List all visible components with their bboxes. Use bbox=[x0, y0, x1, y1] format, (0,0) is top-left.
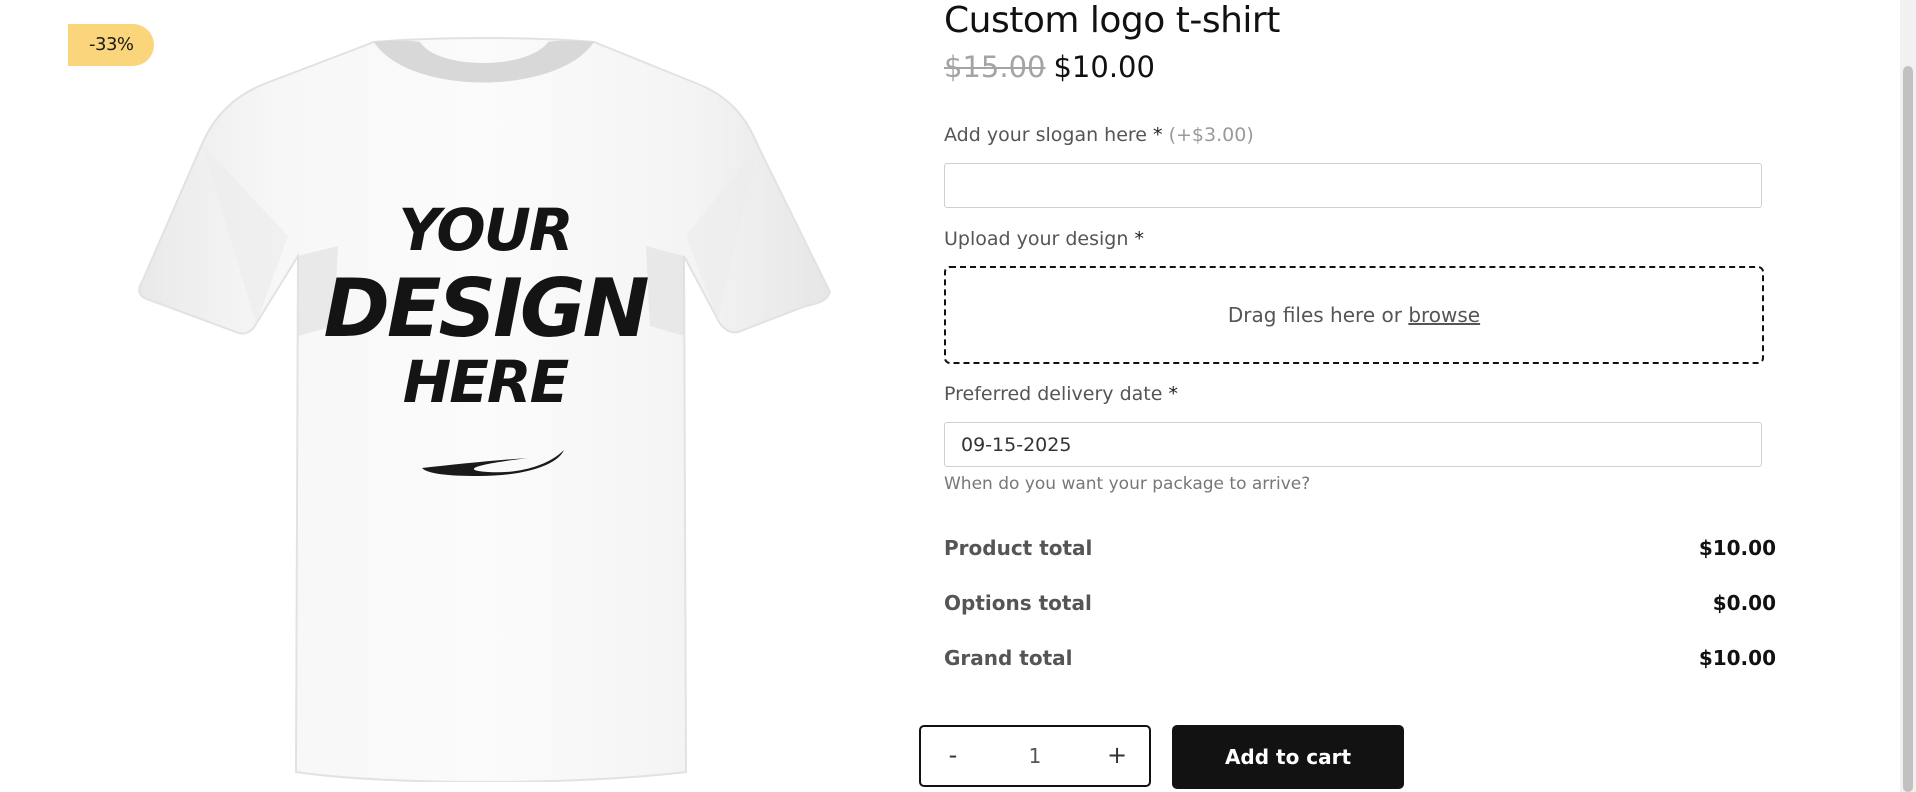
quantity-input[interactable]: 1 bbox=[981, 727, 1089, 785]
grand-total-label: Grand total bbox=[944, 646, 1073, 670]
scrollbar-thumb[interactable] bbox=[1903, 66, 1913, 792]
price-row: $15.00 $10.00 bbox=[944, 50, 1155, 84]
required-mark: * bbox=[1153, 124, 1163, 146]
quantity-increase-button[interactable]: + bbox=[1089, 727, 1145, 785]
add-to-cart-button[interactable]: Add to cart bbox=[1172, 725, 1404, 789]
product-title: Custom logo t-shirt bbox=[944, 0, 1280, 41]
product-gallery: -33% YOUR DESIGN HERE bbox=[0, 0, 940, 792]
slogan-input[interactable] bbox=[944, 163, 1762, 208]
required-mark: * bbox=[1134, 228, 1144, 250]
product-total-value: $10.00 bbox=[1698, 536, 1776, 560]
total-row: Product total $10.00 bbox=[944, 536, 1776, 591]
sale-price: $10.00 bbox=[1053, 50, 1155, 84]
dropzone-text: Drag files here or bbox=[1227, 303, 1402, 327]
swoosh-icon bbox=[422, 450, 564, 476]
sale-badge: -33% bbox=[68, 24, 154, 66]
slogan-label: Add your slogan here * (+$3.00) bbox=[944, 124, 1254, 146]
design-line-2: DESIGN bbox=[323, 262, 649, 355]
slogan-price-addon: (+$3.00) bbox=[1168, 124, 1254, 146]
quantity-decrease-button[interactable]: - bbox=[925, 727, 981, 785]
file-dropzone[interactable]: Drag files here or browse bbox=[944, 266, 1764, 364]
product-page: -33% YOUR DESIGN HERE Custom logo t-shir… bbox=[0, 0, 1916, 792]
product-total-label: Product total bbox=[944, 536, 1093, 560]
order-totals: Product total $10.00 Options total $0.00… bbox=[944, 536, 1776, 701]
delivery-date-label: Preferred delivery date * bbox=[944, 383, 1178, 405]
upload-label: Upload your design * bbox=[944, 228, 1144, 250]
slogan-label-text: Add your slogan here bbox=[944, 124, 1147, 146]
options-total-label: Options total bbox=[944, 591, 1092, 615]
total-row: Grand total $10.00 bbox=[944, 646, 1776, 701]
total-row: Options total $0.00 bbox=[944, 591, 1776, 646]
design-line-3: HERE bbox=[402, 348, 569, 416]
delivery-date-help: When do you want your package to arrive? bbox=[944, 474, 1311, 494]
delivery-date-label-text: Preferred delivery date bbox=[944, 383, 1163, 405]
design-line-1: YOUR bbox=[398, 196, 574, 264]
upload-label-text: Upload your design bbox=[944, 228, 1129, 250]
page-scrollbar[interactable] bbox=[1900, 0, 1916, 792]
product-details: Custom logo t-shirt $15.00 $10.00 Add you… bbox=[919, 0, 1784, 792]
required-mark: * bbox=[1168, 383, 1178, 405]
original-price: $15.00 bbox=[944, 50, 1046, 84]
grand-total-value: $10.00 bbox=[1698, 646, 1776, 670]
product-image[interactable]: YOUR DESIGN HERE bbox=[138, 36, 832, 784]
options-total-value: $0.00 bbox=[1712, 591, 1776, 615]
quantity-stepper: - 1 + bbox=[919, 725, 1151, 787]
browse-link[interactable]: browse bbox=[1408, 303, 1480, 327]
delivery-date-input[interactable] bbox=[944, 422, 1762, 467]
